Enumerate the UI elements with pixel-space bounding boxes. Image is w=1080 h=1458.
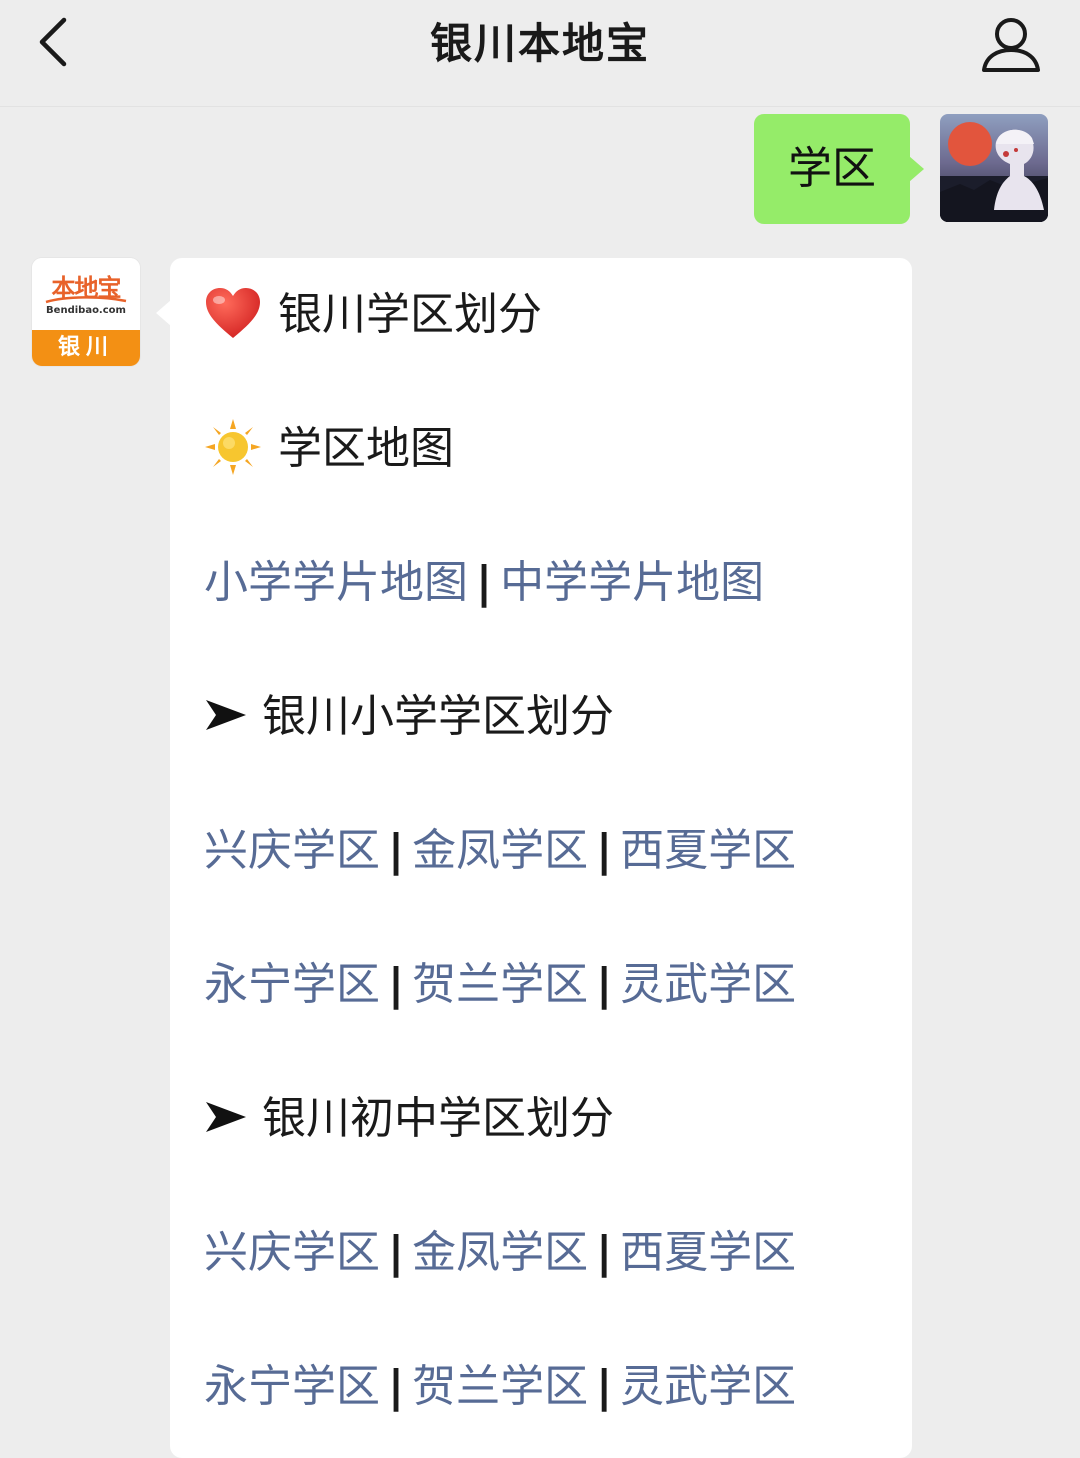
logo-top: 本地宝 Bendibao.com [32, 258, 140, 330]
separator: | [388, 959, 405, 1010]
link-jinfeng-middle[interactable]: 金凤学区 [412, 1227, 588, 1278]
logo-city: 银川 [32, 330, 140, 366]
heading-text: 银川初中学区划分 [262, 1093, 614, 1144]
user-avatar[interactable] [940, 114, 1048, 222]
incoming-message-bubble: 银川学区划分 学区地图 小学学片地图 | 中学学片地图 银川小学学区划分 兴庆学区 [156, 258, 912, 1458]
heading-text: 银川学区划分 [278, 289, 542, 340]
separator: | [388, 1227, 405, 1278]
heading-district-map: 学区地图 [204, 414, 454, 484]
heading-primary-districts: 银川小学学区划分 [204, 682, 614, 752]
heading-middle-districts: 银川初中学区划分 [204, 1084, 614, 1154]
link-primary-school-map[interactable]: 小学学片地图 [204, 557, 468, 608]
link-jinfeng-primary[interactable]: 金凤学区 [412, 825, 588, 876]
map-links-row: 小学学片地图 | 中学学片地图 [204, 548, 764, 618]
user-icon [982, 18, 1040, 72]
link-lingwu-primary[interactable]: 灵武学区 [620, 959, 796, 1010]
separator: | [596, 1227, 613, 1278]
arrow-right-icon [206, 1102, 246, 1132]
separator: | [476, 557, 493, 608]
link-helan-middle[interactable]: 贺兰学区 [412, 1361, 588, 1412]
separator: | [388, 825, 405, 876]
top-bar: 银川本地宝 [0, 0, 1080, 107]
profile-button[interactable] [978, 12, 1044, 78]
link-xingqing-primary[interactable]: 兴庆学区 [204, 825, 380, 876]
sun-icon [205, 419, 261, 475]
heart-icon [206, 288, 260, 338]
primary-districts-row-2: 永宁学区 | 贺兰学区 | 灵武学区 [204, 950, 796, 1020]
link-xixia-middle[interactable]: 西夏学区 [620, 1227, 796, 1278]
separator: | [596, 825, 613, 876]
bot-avatar[interactable]: 本地宝 Bendibao.com 银川 [32, 258, 140, 366]
separator: | [388, 1361, 405, 1412]
separator: | [596, 959, 613, 1010]
link-xingqing-middle[interactable]: 兴庆学区 [204, 1227, 380, 1278]
link-yongning-middle[interactable]: 永宁学区 [204, 1361, 380, 1412]
heading-text: 学区地图 [278, 423, 454, 474]
page-title: 银川本地宝 [429, 19, 650, 68]
middle-districts-row-2: 永宁学区 | 贺兰学区 | 灵武学区 [204, 1352, 796, 1422]
arrow-right-icon [206, 700, 246, 730]
link-xixia-primary[interactable]: 西夏学区 [620, 825, 796, 876]
link-helan-primary[interactable]: 贺兰学区 [412, 959, 588, 1010]
separator: | [596, 1361, 613, 1412]
link-middle-school-map[interactable]: 中学学片地图 [500, 557, 764, 608]
middle-districts-row-1: 兴庆学区 | 金凤学区 | 西夏学区 [204, 1218, 796, 1288]
link-yongning-primary[interactable]: 永宁学区 [204, 959, 380, 1010]
outgoing-message-text: 学区 [788, 143, 876, 194]
outgoing-message-bubble[interactable]: 学区 [754, 114, 924, 224]
heading-text: 银川小学学区划分 [262, 691, 614, 742]
link-lingwu-middle[interactable]: 灵武学区 [620, 1361, 796, 1412]
user-avatar-image [940, 114, 1048, 222]
logo-domain: Bendibao.com [46, 305, 126, 316]
heading-school-districts: 银川学区划分 [204, 280, 542, 350]
primary-districts-row-1: 兴庆学区 | 金凤学区 | 西夏学区 [204, 816, 796, 886]
